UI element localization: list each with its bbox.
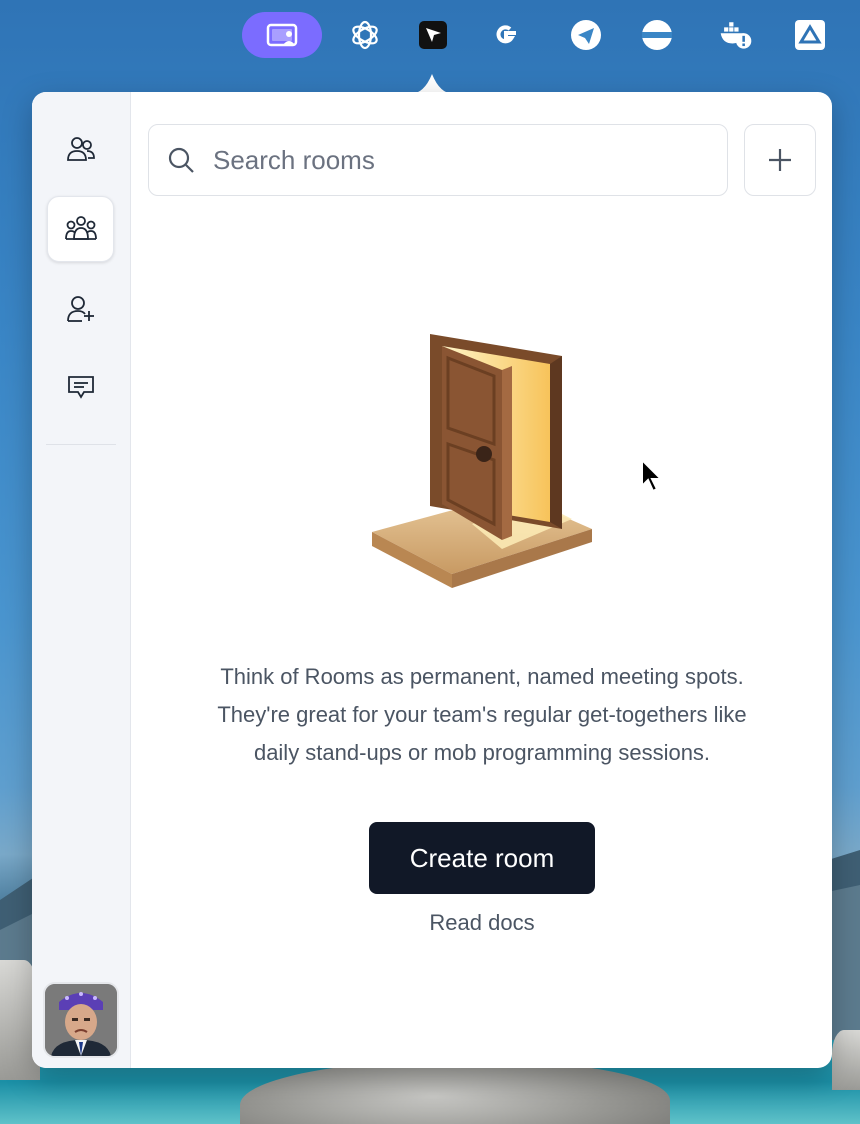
search-box[interactable] bbox=[148, 124, 728, 196]
chat-icon bbox=[67, 376, 94, 399]
sidebar-item-rooms[interactable] bbox=[47, 196, 114, 262]
google-app-button[interactable] bbox=[486, 12, 526, 58]
background-rock bbox=[832, 1030, 860, 1090]
docker-warning-icon bbox=[720, 22, 752, 49]
read-docs-link[interactable]: Read docs bbox=[382, 910, 582, 936]
sidebar-item-invite[interactable] bbox=[47, 276, 114, 342]
sidebar bbox=[32, 92, 131, 1068]
add-user-icon bbox=[66, 296, 94, 322]
search-icon bbox=[168, 147, 194, 173]
add-room-button[interactable] bbox=[744, 124, 816, 196]
plus-icon bbox=[769, 149, 791, 171]
sidebar-item-contacts[interactable] bbox=[47, 116, 114, 182]
user-avatar[interactable] bbox=[43, 982, 119, 1058]
create-room-button[interactable]: Create room bbox=[369, 822, 595, 894]
vpn-app-button[interactable] bbox=[637, 12, 677, 58]
telegram-icon bbox=[571, 20, 601, 50]
empty-state-description: Think of Rooms as permanent, named meeti… bbox=[162, 658, 802, 772]
description-line: Think of Rooms as permanent, named meeti… bbox=[220, 664, 744, 689]
rooms-popover: Think of Rooms as permanent, named meeti… bbox=[32, 92, 832, 1068]
docker-app-button[interactable] bbox=[714, 12, 758, 58]
menu-bar bbox=[0, 0, 860, 70]
popover-caret bbox=[410, 74, 454, 94]
open-door-illustration bbox=[372, 334, 592, 588]
search-input[interactable] bbox=[213, 144, 693, 176]
avatar-image bbox=[45, 984, 117, 1056]
expressvpn-icon bbox=[642, 20, 672, 50]
cursor-app-icon bbox=[419, 21, 447, 49]
sidebar-divider bbox=[46, 444, 116, 445]
rooms-panel: Think of Rooms as permanent, named meeti… bbox=[132, 92, 832, 1068]
description-line: They're great for your team's regular ge… bbox=[217, 702, 747, 727]
drive-app-button[interactable] bbox=[790, 12, 830, 58]
rooms-icon bbox=[64, 216, 97, 240]
google-icon bbox=[496, 25, 516, 44]
screen-share-icon bbox=[266, 23, 298, 47]
mouse-cursor-icon bbox=[641, 458, 664, 493]
sidebar-item-chat[interactable] bbox=[47, 354, 114, 420]
cursor-app-button[interactable] bbox=[413, 12, 453, 58]
description-line: daily stand-ups or mob programming sessi… bbox=[253, 740, 711, 765]
openai-app-button[interactable] bbox=[345, 12, 385, 58]
telegram-app-button[interactable] bbox=[566, 12, 606, 58]
drive-upload-icon bbox=[795, 20, 825, 50]
contacts-icon bbox=[66, 137, 95, 161]
screen-share-app-button[interactable] bbox=[242, 12, 322, 58]
openai-icon bbox=[352, 20, 378, 50]
